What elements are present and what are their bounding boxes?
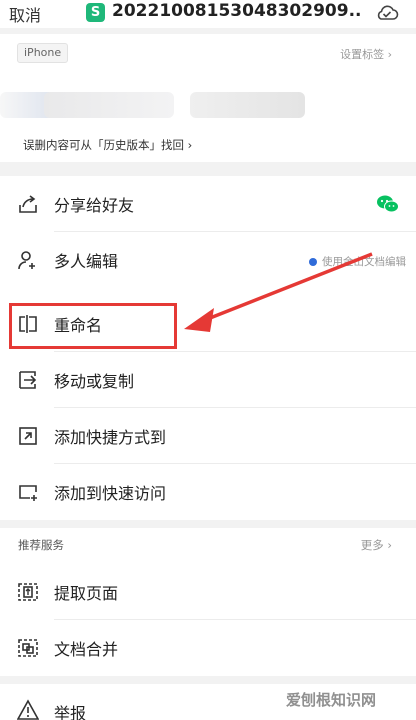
report-label: 举报 (54, 704, 87, 720)
multi-edit-item[interactable]: 多人编辑 使用金山文档编辑 (0, 232, 416, 288)
more-label: 更多 (360, 538, 384, 552)
share-label: 分享给好友 (54, 196, 135, 215)
merge-docs-icon (18, 639, 38, 657)
quick-access-icon (19, 485, 37, 501)
merge-docs-item[interactable]: 文档合并 (0, 620, 416, 676)
cancel-button[interactable]: 取消 (9, 2, 41, 26)
history-link-label: 误删内容可从「历史版本」找回 (23, 138, 184, 152)
top-bar: 取消 S 20221008153048302909... (0, 0, 416, 28)
warning-icon (17, 699, 39, 720)
set-tag-label: 设置标签 (340, 48, 385, 61)
add-user-icon (18, 251, 35, 270)
move-copy-label: 移动或复制 (54, 372, 135, 391)
move-icon (19, 371, 37, 389)
add-quick-access-label: 添加到快速访问 (54, 484, 167, 503)
history-version-link[interactable]: 误删内容可从「历史版本」找回 › (23, 137, 192, 153)
add-shortcut-item[interactable]: 添加快捷方式到 (0, 408, 416, 464)
recommended-services-header: 推荐服务 更多 › (0, 528, 416, 564)
kingsoft-docs-hint: 使用金山文档编辑 (309, 254, 406, 269)
chevron-right-icon: › (187, 138, 193, 152)
services-menu: 提取页面 文档合并 (0, 564, 416, 676)
move-or-copy-item[interactable]: 移动或复制 (0, 352, 416, 408)
watermark: 爱刨根知识网 (286, 691, 377, 709)
kingsoft-docs-icon (309, 258, 317, 266)
add-quick-access-item[interactable]: 添加到快速访问 (0, 464, 416, 520)
share-to-friend-item[interactable]: 分享给好友 (0, 176, 416, 232)
device-tag: iPhone (17, 43, 69, 63)
highlight-box (9, 303, 177, 349)
extract-pages-icon (18, 583, 38, 601)
cloud-sync-icon[interactable] (375, 3, 399, 23)
section-title: 推荐服务 (18, 538, 64, 552)
blurred-content (44, 92, 174, 118)
sheet-file-icon: S (86, 3, 105, 22)
file-title: 20221008153048302909... (112, 1, 362, 21)
extract-pages-label: 提取页面 (54, 584, 119, 603)
wechat-icon[interactable] (376, 194, 400, 214)
add-shortcut-label: 添加快捷方式到 (54, 428, 167, 447)
share-icon (19, 195, 37, 213)
file-info-card: iPhone 设置标签 › 误删内容可从「历史版本」找回 › (0, 34, 416, 162)
set-tag-button[interactable]: 设置标签 › (340, 46, 392, 62)
blurred-content (190, 92, 305, 118)
merge-docs-label: 文档合并 (54, 640, 119, 659)
chevron-right-icon: › (387, 48, 392, 61)
shortcut-icon (19, 427, 37, 445)
kingsoft-hint-label: 使用金山文档编辑 (322, 256, 406, 268)
more-button[interactable]: 更多 › (361, 537, 392, 553)
extract-pages-item[interactable]: 提取页面 (0, 564, 416, 620)
multi-edit-label: 多人编辑 (54, 252, 119, 271)
chevron-right-icon: › (387, 538, 392, 552)
